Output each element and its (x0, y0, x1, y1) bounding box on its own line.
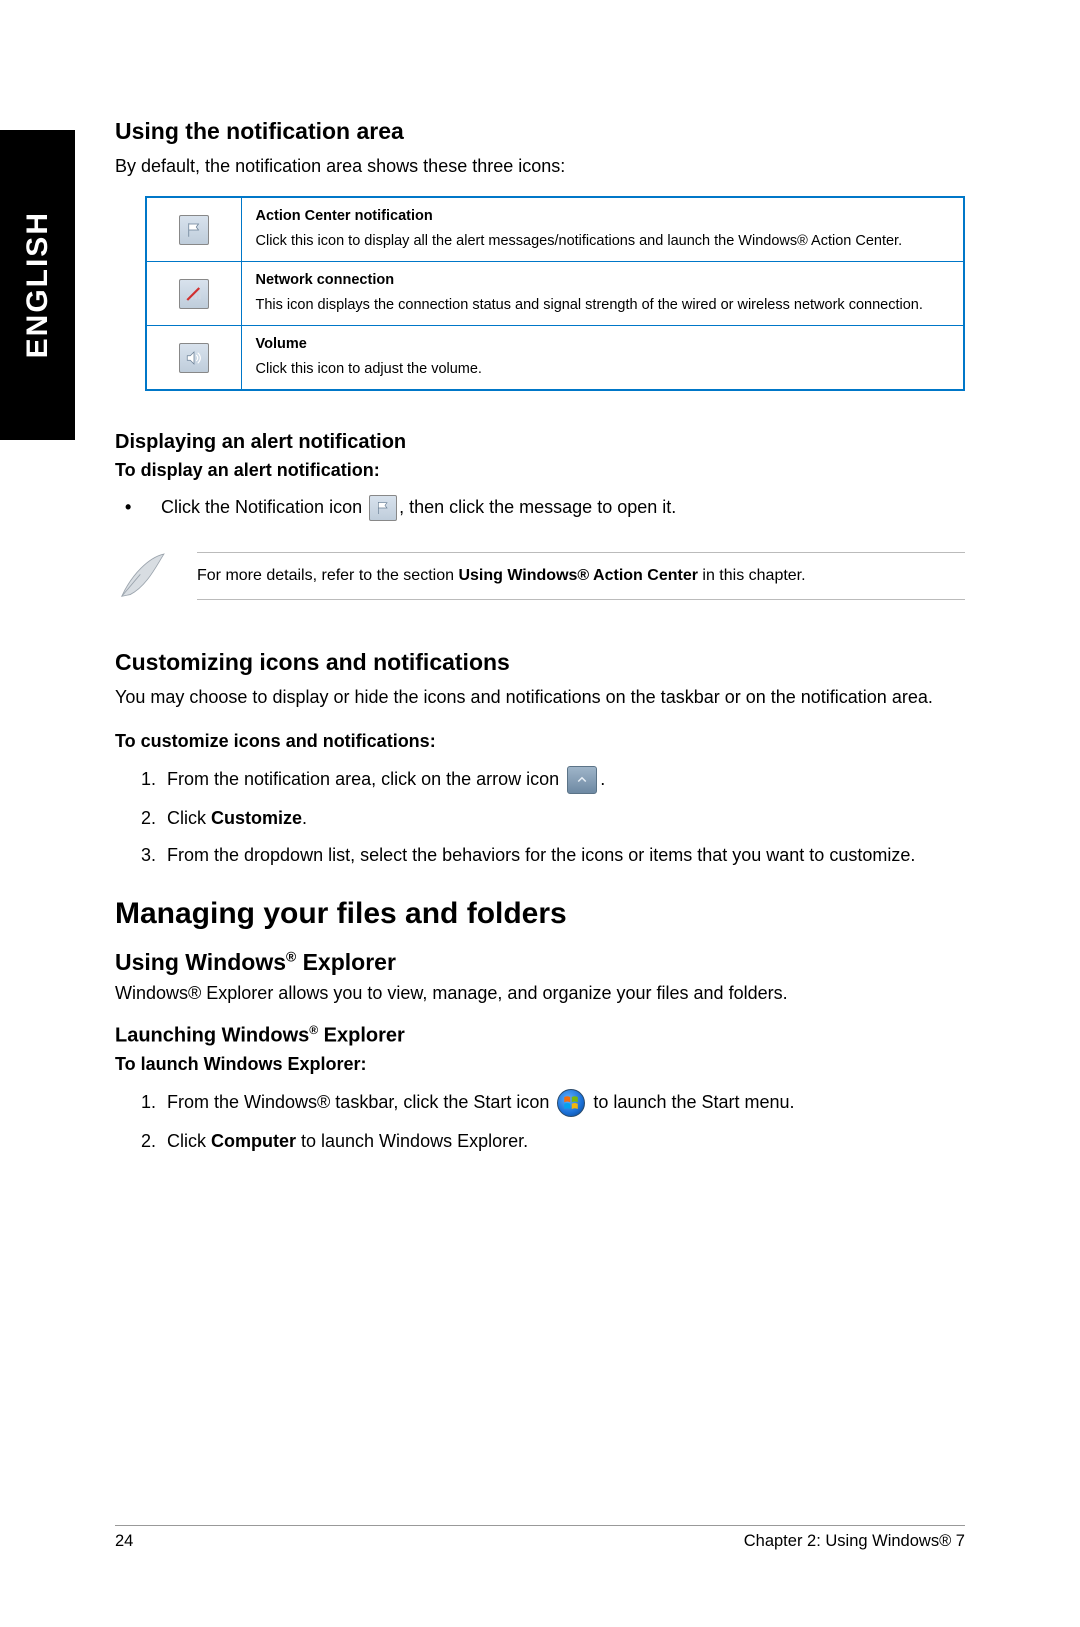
text-fragment: , then click the message to open it. (399, 497, 676, 517)
language-tab: ENGLISH (0, 130, 75, 440)
row-desc: Click this icon to adjust the volume. (256, 360, 950, 379)
volume-speaker-icon (179, 343, 209, 373)
list-item: From the dropdown list, select the behav… (161, 843, 965, 867)
page-footer: 24 Chapter 2: Using Windows® 7 (115, 1525, 965, 1551)
note-text: For more details, refer to the section U… (197, 552, 965, 600)
text-fragment: . (302, 808, 307, 828)
text-fragment: For more details, refer to the section (197, 567, 458, 584)
heading-displaying-alert: Displaying an alert notification (115, 431, 965, 454)
desc-cell: Network connection This icon displays th… (241, 262, 964, 326)
start-orb-icon (557, 1089, 585, 1117)
chapter-label: Chapter 2: Using Windows® 7 (744, 1532, 965, 1551)
heading-customizing: Customizing icons and notifications (115, 649, 965, 676)
text-fragment: . (600, 769, 605, 789)
icon-cell (146, 197, 241, 261)
arrow-tray-icon (567, 766, 597, 794)
text-fragment: to launch the Start menu. (588, 1092, 794, 1112)
table-row: Network connection This icon displays th… (146, 262, 964, 326)
text-fragment: Click (167, 1131, 211, 1151)
notification-flag-icon (369, 495, 397, 521)
text-fragment: From the notification area, click on the… (167, 769, 564, 789)
bullet-dot-icon: • (125, 497, 131, 518)
page-content: Using the notification area By default, … (115, 118, 965, 1183)
feather-pen-icon (115, 549, 169, 603)
intro-customizing: You may choose to display or hide the ic… (115, 686, 965, 709)
row-title: Action Center notification (256, 208, 950, 224)
notification-icons-table: Action Center notification Click this ic… (145, 196, 965, 391)
bullet-text: Click the Notification icon , then click… (161, 495, 676, 521)
text-fragment: Click (167, 808, 211, 828)
row-desc: Click this icon to display all the alert… (256, 232, 950, 251)
text-fragment: From the Windows® taskbar, click the Sta… (167, 1092, 554, 1112)
desc-cell: Action Center notification Click this ic… (241, 197, 964, 261)
text-fragment: to launch Windows Explorer. (296, 1131, 528, 1151)
customize-steps: From the notification area, click on the… (115, 766, 965, 867)
heading-using-explorer: Using Windows® Explorer (115, 949, 965, 976)
language-tab-label: ENGLISH (21, 211, 55, 358)
text-fragment: Click the Notification icon (161, 497, 367, 517)
text-fragment: in this chapter. (698, 567, 806, 584)
bullet-instruction: • Click the Notification icon , then cli… (125, 495, 965, 521)
intro-explorer: Windows® Explorer allows you to view, ma… (115, 982, 965, 1005)
table-row: Volume Click this icon to adjust the vol… (146, 326, 964, 390)
to-customize: To customize icons and notifications: (115, 731, 965, 752)
text-bold: Using Windows® Action Center (458, 567, 698, 584)
page-number: 24 (115, 1532, 133, 1551)
list-item: From the Windows® taskbar, click the Sta… (161, 1089, 965, 1117)
heading-launching-explorer: Launching Windows® Explorer (115, 1023, 965, 1048)
row-title: Volume (256, 336, 950, 352)
heading-managing-files: Managing your files and folders (115, 897, 965, 931)
row-desc: This icon displays the connection status… (256, 296, 950, 315)
list-item: Click Customize. (161, 806, 965, 830)
text-bold: Computer (211, 1131, 296, 1151)
icon-cell (146, 262, 241, 326)
list-item: Click Computer to launch Windows Explore… (161, 1129, 965, 1153)
desc-cell: Volume Click this icon to adjust the vol… (241, 326, 964, 390)
text-bold: Customize (211, 808, 302, 828)
network-connection-icon (179, 279, 209, 309)
icon-cell (146, 326, 241, 390)
action-center-flag-icon (179, 215, 209, 245)
row-title: Network connection (256, 272, 950, 288)
intro-notification-area: By default, the notification area shows … (115, 155, 965, 178)
to-display-alert: To display an alert notification: (115, 460, 965, 481)
to-launch-explorer: To launch Windows Explorer: (115, 1054, 965, 1075)
table-row: Action Center notification Click this ic… (146, 197, 964, 261)
launch-steps: From the Windows® taskbar, click the Sta… (115, 1089, 965, 1153)
list-item: From the notification area, click on the… (161, 766, 965, 794)
heading-notification-area: Using the notification area (115, 118, 965, 145)
note-block: For more details, refer to the section U… (115, 549, 965, 603)
